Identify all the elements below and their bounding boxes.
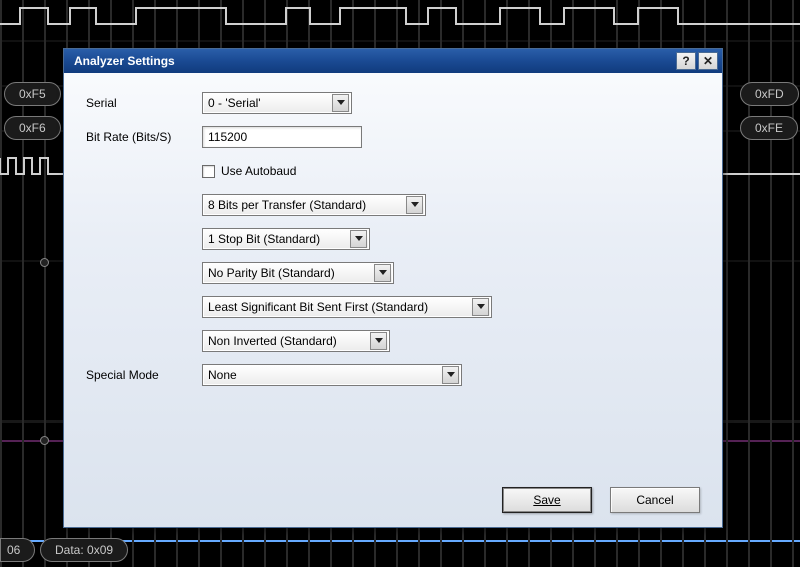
- chevron-down-icon: [332, 94, 349, 112]
- pill-label: 0xF5: [19, 83, 46, 105]
- dialog-body: Serial 0 - 'Serial' Bit Rate (Bits/S) 11…: [64, 73, 722, 527]
- close-icon: ✕: [703, 54, 713, 68]
- select-value: None: [208, 368, 442, 382]
- autobaud-label: Use Autobaud: [221, 164, 296, 178]
- parity-select[interactable]: No Parity Bit (Standard): [202, 262, 394, 284]
- pill-label: 0xFE: [755, 117, 783, 139]
- input-value: 115200: [208, 130, 247, 144]
- titlebar: Analyzer Settings ? ✕: [64, 49, 722, 73]
- pill-label: 06: [7, 539, 20, 561]
- button-label: Save: [533, 493, 560, 507]
- select-value: 1 Stop Bit (Standard): [208, 232, 350, 246]
- serial-label: Serial: [86, 96, 202, 110]
- marker-dot: [40, 258, 49, 267]
- chevron-down-icon: [442, 366, 459, 384]
- bg-pill: 06: [0, 538, 35, 562]
- bitrate-input[interactable]: 115200: [202, 126, 362, 148]
- inversion-select[interactable]: Non Inverted (Standard): [202, 330, 390, 352]
- chevron-down-icon: [374, 264, 391, 282]
- form: Serial 0 - 'Serial' Bit Rate (Bits/S) 11…: [86, 91, 700, 473]
- serial-select[interactable]: 0 - 'Serial': [202, 92, 352, 114]
- help-icon: ?: [682, 54, 689, 68]
- select-value: 0 - 'Serial': [208, 96, 332, 110]
- select-value: 8 Bits per Transfer (Standard): [208, 198, 406, 212]
- bitrate-label: Bit Rate (Bits/S): [86, 130, 202, 144]
- dialog-title: Analyzer Settings: [74, 54, 175, 68]
- marker-dot: [40, 436, 49, 445]
- bg-pill: Data: 0x09: [40, 538, 128, 562]
- bg-pill: 0xF6: [4, 116, 61, 140]
- dialog-buttons: Save Cancel: [86, 473, 700, 513]
- bg-pill: 0xF5: [4, 82, 61, 106]
- chevron-down-icon: [370, 332, 387, 350]
- special-mode-label: Special Mode: [86, 368, 202, 382]
- chevron-down-icon: [472, 298, 489, 316]
- help-button[interactable]: ?: [676, 52, 696, 70]
- stop-bits-select[interactable]: 1 Stop Bit (Standard): [202, 228, 370, 250]
- save-button[interactable]: Save: [502, 487, 592, 513]
- autobaud-checkbox[interactable]: [202, 165, 215, 178]
- chevron-down-icon: [406, 196, 423, 214]
- select-value: No Parity Bit (Standard): [208, 266, 374, 280]
- pill-label: Data: 0x09: [55, 539, 113, 561]
- bg-pill: 0xFD: [740, 82, 799, 106]
- bit-order-select[interactable]: Least Significant Bit Sent First (Standa…: [202, 296, 492, 318]
- analyzer-settings-dialog: Analyzer Settings ? ✕ Serial 0 - 'Serial…: [63, 48, 723, 528]
- bg-pill: 0xFE: [740, 116, 798, 140]
- bits-per-transfer-select[interactable]: 8 Bits per Transfer (Standard): [202, 194, 426, 216]
- select-value: Least Significant Bit Sent First (Standa…: [208, 300, 472, 314]
- cancel-button[interactable]: Cancel: [610, 487, 700, 513]
- pill-label: 0xFD: [755, 83, 784, 105]
- special-mode-select[interactable]: None: [202, 364, 462, 386]
- pill-label: 0xF6: [19, 117, 46, 139]
- waveform-row: [0, 4, 800, 28]
- select-value: Non Inverted (Standard): [208, 334, 370, 348]
- button-label: Cancel: [636, 493, 673, 507]
- close-button[interactable]: ✕: [698, 52, 718, 70]
- chevron-down-icon: [350, 230, 367, 248]
